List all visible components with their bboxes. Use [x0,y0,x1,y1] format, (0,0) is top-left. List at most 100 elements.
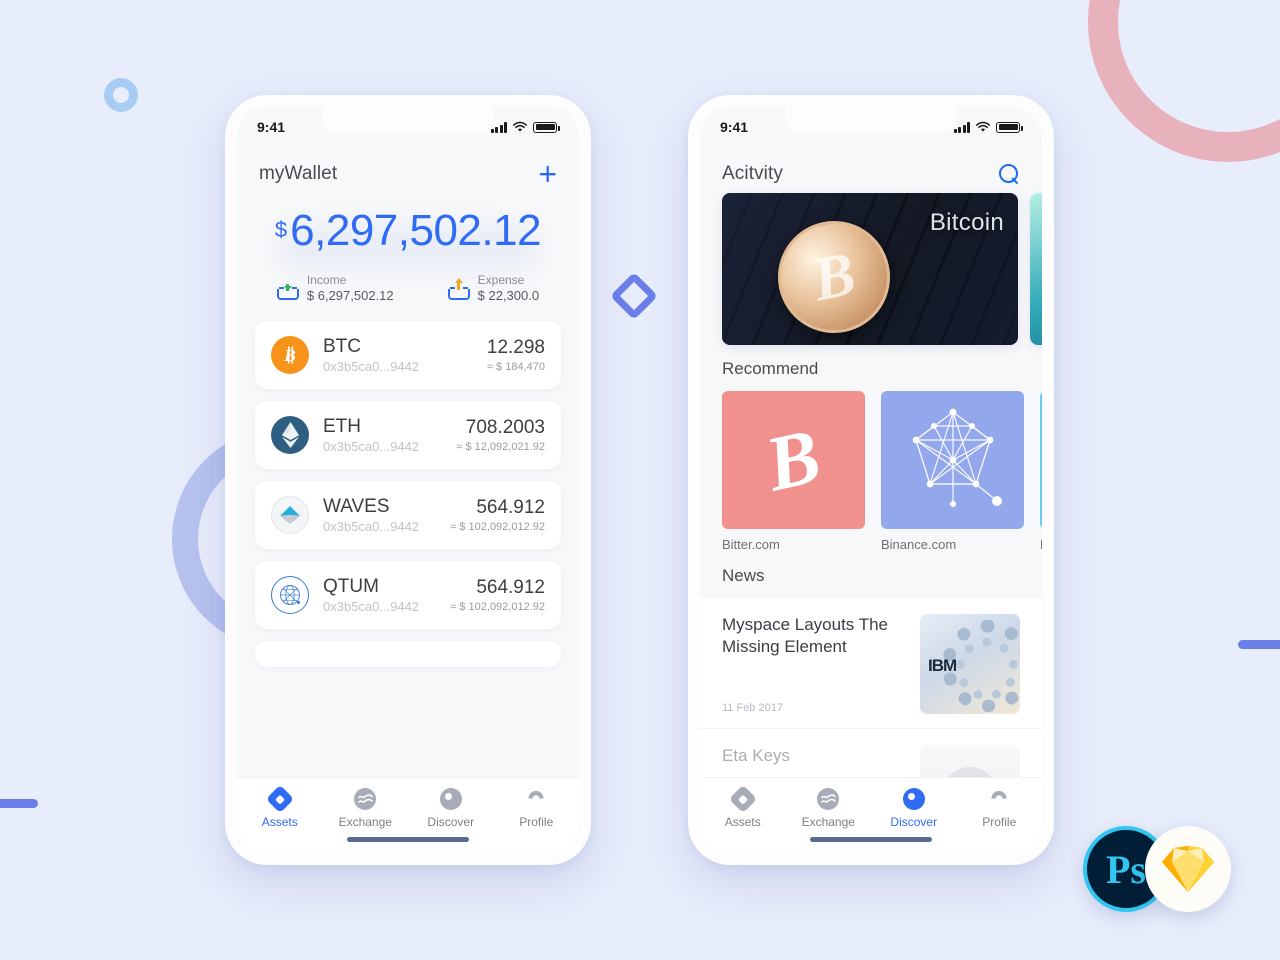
pink-ring-decoration [1088,0,1280,162]
balance-amount: 6,297,502.12 [290,206,542,255]
income-value: $ 6,297,502.12 [306,288,394,304]
phone-mockup-discover: 9:41 Acitvity B Bitcoin Recommend B Bitt… [688,95,1054,865]
status-time: 9:41 [257,119,286,135]
left-bar-decoration [0,799,38,808]
bitcoin-coin-photo: B [767,210,901,344]
tab-assets[interactable]: Assets [237,784,323,829]
discover-globe-icon [902,788,925,810]
sketch-diamond-icon [1145,826,1231,912]
table-row[interactable]: QTUM 0x3b5ca0...9442 564.912 ≈ $ 102,092… [255,560,561,629]
download-tray-icon [276,278,299,300]
asset-symbol: ETH [323,416,361,438]
asset-fiat-value: ≈ $ 102,092,012.92 [450,601,545,614]
balance-section: $ 6,297,502.12 Income $ 6,297,502.12 Exp… [237,193,579,321]
recommend-name: Bitter.com [722,537,780,552]
discover-header: Acitvity [700,147,1042,193]
asset-fiat-value: ≈ $ 12,092,021.92 [456,441,545,454]
discover-screen: 9:41 Acitvity B Bitcoin Recommend B Bitt… [700,107,1042,853]
ethereum-icon [271,415,309,454]
recommend-section-title: Recommend [722,359,819,378]
tab-assets[interactable]: Assets [700,784,786,829]
income-expense-row: Income $ 6,297,502.12 Expense $ 22,300.0 [237,273,579,319]
banner-card[interactable] [1030,193,1042,345]
exchange-waves-icon [817,788,840,810]
banner-card[interactable]: B Bitcoin [722,193,1018,345]
tab-label: Discover [890,815,938,829]
tab-label: Profile [982,815,1017,829]
list-item[interactable]: Binance.com [881,391,1024,552]
asset-address: 0x3b5ca0...9442 [323,438,420,454]
currency-symbol: $ [274,217,288,242]
phone-mockup-wallet: 9:41 myWallet + $ 6,297,502.12 Income $ … [225,95,591,865]
asset-fiat-value: ≈ $ 102,092,012.92 [450,521,545,534]
total-balance: $ 6,297,502.12 [274,206,542,255]
tool-badges: Ps [1083,826,1239,914]
asset-symbol: QTUM [323,576,379,598]
asset-quantity: 12.298 [486,336,545,358]
bottom-tab-bar: Assets Exchange Discover Profile [237,777,579,853]
asset-address: 0x3b5ca0...9442 [323,358,420,374]
list-item[interactable]: Polonie [1040,391,1042,552]
wallet-screen: 9:41 myWallet + $ 6,297,502.12 Income $ … [237,107,579,853]
bitcoin-icon: B [722,391,865,529]
wifi-icon [512,121,528,132]
tab-label: Assets [724,815,761,829]
home-indicator [810,837,932,842]
discover-globe-icon [439,788,462,810]
status-indicators [490,121,560,133]
list-item[interactable]: Myspace Layouts The Missing Element 11 F… [700,598,1042,729]
coil-graphic-inner [956,638,1018,700]
qtum-icon [271,575,309,614]
diamond-decoration [609,271,659,321]
assets-diamond-icon [728,784,757,814]
tab-label: Assets [261,815,298,829]
tab-discover[interactable]: Discover [408,788,494,829]
add-wallet-button[interactable]: + [538,158,557,190]
status-bar: 9:41 [237,107,579,147]
signal-bars-icon [490,121,507,133]
tab-label: Profile [519,815,554,829]
tab-exchange[interactable]: Exchange [786,788,872,829]
asset-address: 0x3b5ca0...9442 [323,518,420,534]
banner-label: Bitcoin [929,209,1004,236]
table-row[interactable]: ETH 0x3b5ca0...9442 708.2003 ≈ $ 12,092,… [255,400,561,469]
page-title: Acitvity [722,163,783,184]
table-row[interactable] [255,640,561,667]
asset-symbol: WAVES [323,496,390,518]
network-graph-icon [881,391,1024,529]
bottom-tab-bar: Assets Exchange Discover Profile [700,777,1042,853]
assets-diamond-icon [265,784,294,814]
profile-person-icon [525,788,547,810]
income-block: Income $ 6,297,502.12 [276,273,394,305]
search-icon[interactable] [999,163,1020,185]
discover-body: Acitvity B Bitcoin Recommend B Bitter.co… [700,147,1042,853]
tab-label: Exchange [801,815,855,829]
tab-profile[interactable]: Profile [957,788,1043,829]
signal-bars-icon [953,121,970,133]
battery-icon [533,121,560,133]
tab-profile[interactable]: Profile [494,788,580,829]
list-item[interactable]: B Bitter.com [722,391,865,552]
banner-carousel[interactable]: B Bitcoin [700,193,1042,345]
news-title: Eta Keys [722,746,791,765]
tab-exchange[interactable]: Exchange [323,788,409,829]
expense-value: $ 22,300.0 [477,288,540,304]
asset-symbol: BTC [323,336,361,358]
profile-person-icon [988,788,1010,810]
recommend-row[interactable]: B Bitter.com Binance.com [700,391,1042,552]
expense-block: Expense $ 22,300.0 [447,273,540,305]
table-row[interactable]: WAVES 0x3b5ca0...9442 564.912 ≈ $ 102,09… [255,480,561,549]
blue-ring-decoration [104,78,138,112]
status-indicators [953,121,1023,133]
asset-fiat-value: ≈ $ 184,470 [486,361,545,374]
asset-list: B BTC 0x3b5ca0...9442 12.298 ≈ $ 184,470 [237,320,579,667]
status-bar: 9:41 [700,107,1042,147]
waves-icon [271,495,309,534]
income-label: Income [306,273,347,287]
table-row[interactable]: B BTC 0x3b5ca0...9442 12.298 ≈ $ 184,470 [255,320,561,389]
tab-discover[interactable]: Discover [871,788,957,829]
canvas: 9:41 myWallet + $ 6,297,502.12 Income $ … [0,0,1280,960]
expense-label: Expense [477,273,525,287]
tab-label: Discover [427,815,475,829]
tab-label: Exchange [338,815,392,829]
